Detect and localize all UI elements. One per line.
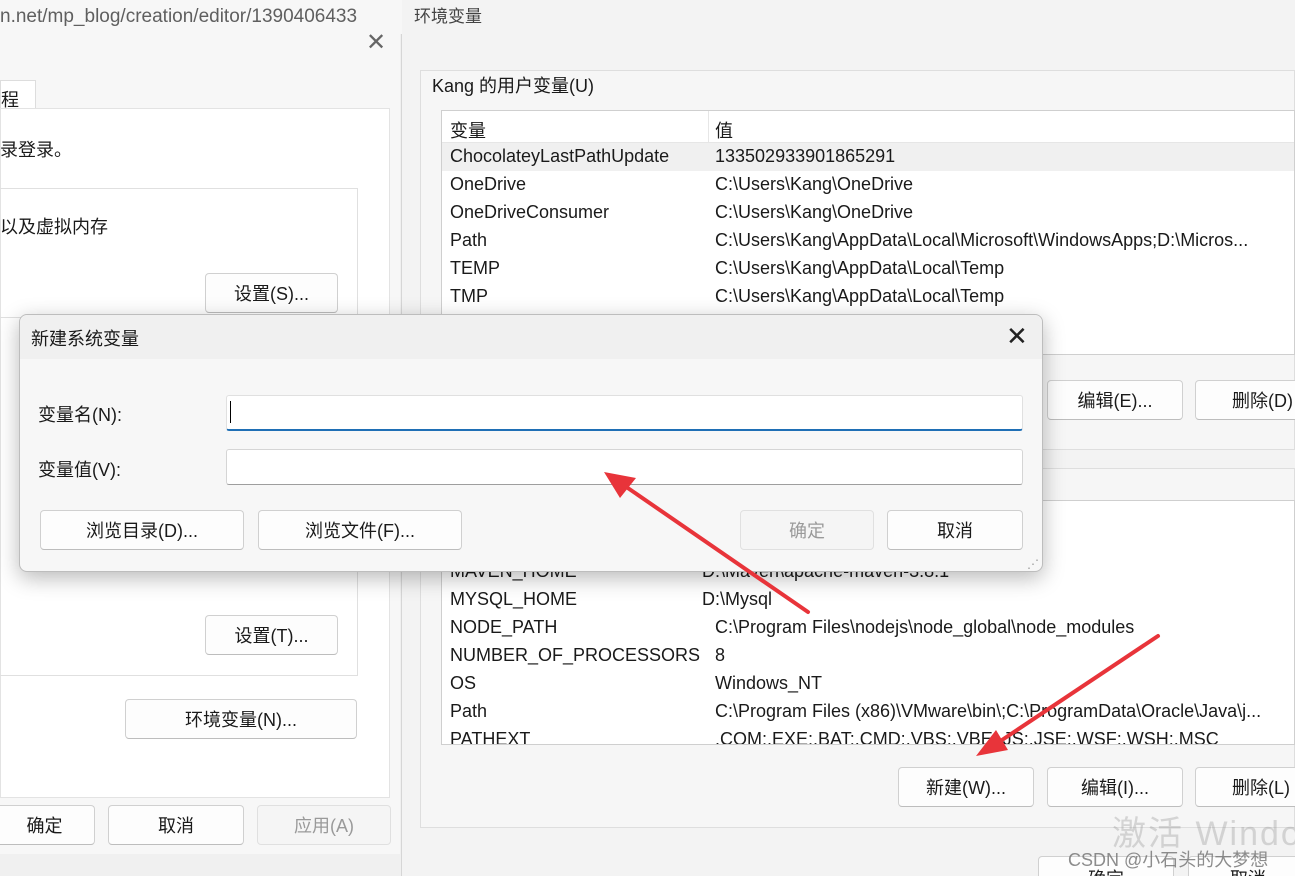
- variable-name: TEMP: [450, 258, 501, 278]
- variable-name: Path: [450, 230, 488, 250]
- variable-name: NUMBER_OF_PROCESSORS: [450, 645, 701, 665]
- dialog-titlebar[interactable]: [20, 315, 1042, 359]
- tab-advanced[interactable]: 程: [0, 80, 36, 110]
- dialog-cancel-button[interactable]: 取消: [887, 510, 1023, 550]
- variable-value: C:\Program Files (x86)\VMware\bin\;C:\Pr…: [715, 701, 1262, 721]
- variable-name-label: 变量名(N):: [38, 405, 122, 425]
- system-delete-button[interactable]: 删除(L): [1195, 767, 1295, 807]
- settings-performance-button[interactable]: 设置(S)...: [205, 273, 338, 313]
- variable-name: TMP: [450, 286, 488, 306]
- browse-file-button[interactable]: 浏览文件(F)...: [258, 510, 462, 550]
- variable-value: D:\Mysql: [702, 589, 773, 609]
- variable-value: .COM;.EXE;.BAT;.CMD;.VBS;.VBE;.JS;.JSE;.…: [715, 729, 1219, 745]
- variable-value: 8: [715, 645, 726, 665]
- variable-name: MYSQL_HOME: [450, 589, 578, 609]
- column-header-name[interactable]: 变量: [450, 117, 486, 143]
- table-row[interactable]: PATHEXT .COM;.EXE;.BAT;.CMD;.VBS;.VBE;.JS…: [442, 726, 1294, 745]
- table-row[interactable]: TEMP C:\Users\Kang\AppData\Local\Temp: [442, 255, 1294, 283]
- sysprops-cancel-button[interactable]: 取消: [108, 805, 244, 845]
- settings-startup-button[interactable]: 设置(T)...: [205, 615, 338, 655]
- new-system-variable-dialog: 新建系统变量 ✕ 变量名(N): 变量值(V): 浏览目录(D)... 浏览文件…: [19, 314, 1043, 572]
- variable-name: OS: [450, 673, 477, 693]
- variable-value: C:\Users\Kang\AppData\Local\Temp: [715, 258, 1005, 278]
- variable-value-label: 变量值(V):: [38, 460, 121, 480]
- table-row[interactable]: OneDrive C:\Users\Kang\OneDrive: [442, 171, 1294, 199]
- browse-directory-button[interactable]: 浏览目录(D)...: [40, 510, 244, 550]
- close-icon[interactable]: ✕: [366, 28, 386, 57]
- sysprops-apply-button[interactable]: 应用(A): [257, 805, 391, 845]
- table-row[interactable]: MYSQL_HOME D:\Mysql: [442, 586, 1294, 614]
- performance-text: 以及虚拟内存: [0, 217, 108, 237]
- tab-label: 程: [1, 90, 19, 110]
- table-row[interactable]: TMP C:\Users\Kang\AppData\Local\Temp: [442, 283, 1294, 311]
- variable-name: OneDriveConsumer: [450, 202, 610, 222]
- variable-value-input[interactable]: [226, 449, 1023, 485]
- variable-value: C:\Users\Kang\AppData\Local\Temp: [715, 286, 1005, 306]
- resize-grip-icon[interactable]: ⋰: [1027, 557, 1039, 571]
- column-header-value[interactable]: 值: [715, 117, 733, 143]
- table-row[interactable]: ChocolateyLastPathUpdate 1335029339018652…: [442, 143, 1294, 171]
- csdn-watermark: CSDN @小石头的大梦想: [1068, 850, 1269, 870]
- variable-name: Path: [450, 701, 488, 721]
- system-edit-button[interactable]: 编辑(I)...: [1047, 767, 1183, 807]
- variable-value: C:\Users\Kang\AppData\Local\Microsoft\Wi…: [715, 230, 1249, 250]
- text-caret: [230, 401, 231, 423]
- dialog-title: 新建系统变量: [31, 329, 139, 349]
- variable-name-input[interactable]: [226, 395, 1023, 431]
- dialog-ok-button[interactable]: 确定: [740, 510, 874, 550]
- table-row[interactable]: NODE_PATH C:\Program Files\nodejs\node_gl…: [442, 614, 1294, 642]
- user-edit-button[interactable]: 编辑(E)...: [1047, 380, 1183, 420]
- variable-value: 133502933901865291: [715, 146, 896, 166]
- column-divider[interactable]: [708, 111, 709, 143]
- table-row[interactable]: OS Windows_NT: [442, 670, 1294, 698]
- table-row[interactable]: OneDriveConsumer C:\Users\Kang\OneDrive: [442, 199, 1294, 227]
- variable-name: OneDrive: [450, 174, 527, 194]
- variable-value: C:\Users\Kang\OneDrive: [715, 202, 914, 222]
- variable-name: PATHEXT: [450, 729, 531, 745]
- user-variables-title: Kang 的用户变量(U): [430, 72, 597, 98]
- variable-value: C:\Program Files\nodejs\node_global\node…: [715, 617, 1135, 637]
- table-header: 变量 值: [442, 111, 1294, 143]
- login-text: 录登录。: [0, 140, 72, 160]
- environment-variables-button[interactable]: 环境变量(N)...: [125, 699, 357, 739]
- close-icon[interactable]: ✕: [1006, 321, 1028, 352]
- table-row[interactable]: Path C:\Users\Kang\AppData\Local\Microsof…: [442, 227, 1294, 255]
- user-delete-button[interactable]: 删除(D): [1195, 380, 1295, 420]
- variable-name: NODE_PATH: [450, 617, 558, 637]
- variable-value: C:\Users\Kang\OneDrive: [715, 174, 914, 194]
- table-row[interactable]: Path C:\Program Files (x86)\VMware\bin\;C…: [442, 698, 1294, 726]
- sysprops-ok-button[interactable]: 确定: [0, 805, 95, 845]
- table-row[interactable]: NUMBER_OF_PROCESSORS 8: [442, 642, 1294, 670]
- variable-value: Windows_NT: [715, 673, 823, 693]
- window-title: 环境变量: [414, 7, 482, 26]
- variable-name: ChocolateyLastPathUpdate: [450, 146, 670, 166]
- browser-url-text: n.net/mp_blog/creation/editor/1390406433: [0, 0, 402, 34]
- system-new-button[interactable]: 新建(W)...: [898, 767, 1034, 807]
